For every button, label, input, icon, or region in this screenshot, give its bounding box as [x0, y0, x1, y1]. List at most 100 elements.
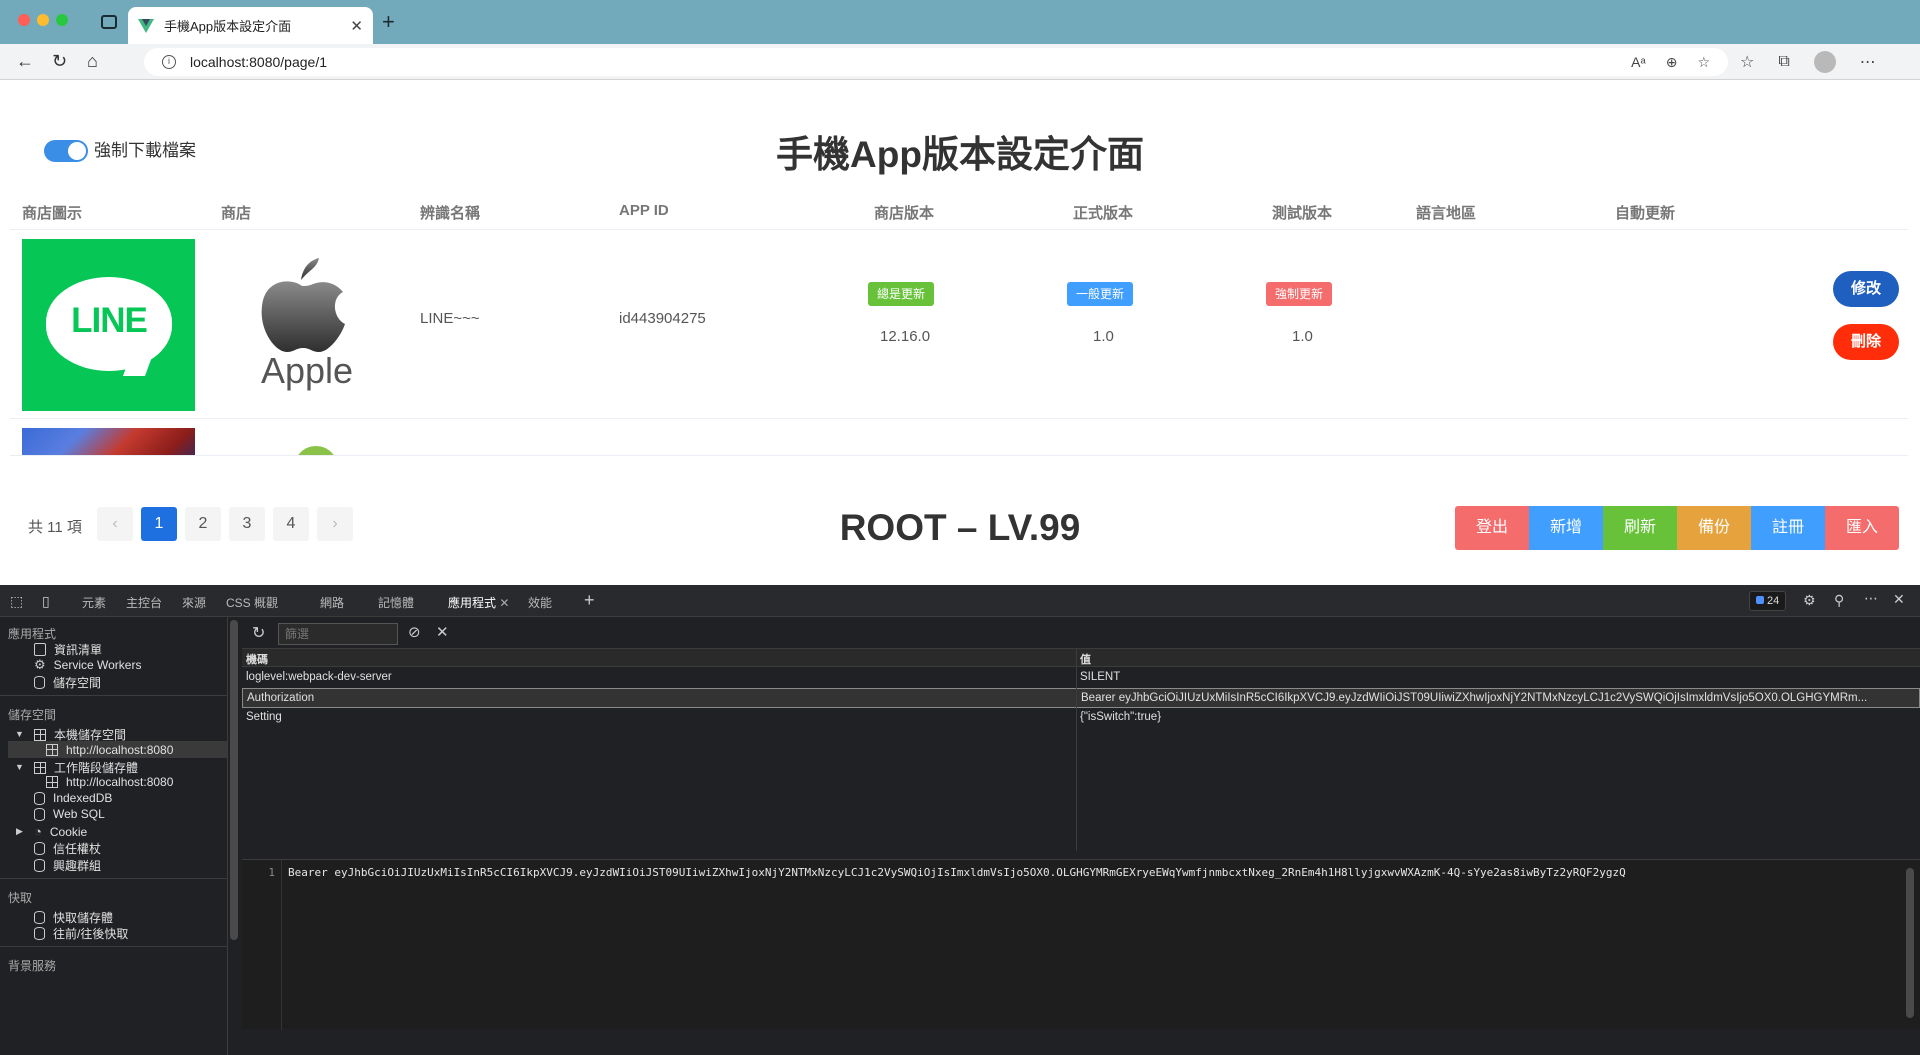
more-tabs-icon[interactable]: +: [584, 590, 595, 611]
close-tab-icon[interactable]: ✕: [499, 596, 509, 610]
storage-row[interactable]: Setting {"isSwitch":true}: [242, 708, 1920, 728]
tab-elements[interactable]: 元素: [82, 594, 106, 611]
favorites-icon[interactable]: ☆: [1740, 52, 1754, 72]
minimize-window-button[interactable]: [37, 14, 49, 26]
edit-button[interactable]: 修改: [1833, 271, 1899, 307]
add-favorite-icon[interactable]: ☆: [1697, 54, 1710, 71]
android-logo-icon: [294, 446, 338, 455]
store-version: 12.16.0: [880, 328, 931, 345]
column-divider[interactable]: [1076, 649, 1077, 851]
column-header: 商店版本: [874, 205, 935, 222]
browser-tab[interactable]: 手機App版本設定介面 ✕: [128, 7, 373, 44]
sidebar-item-service-workers[interactable]: ⚙ Service Workers: [34, 657, 141, 673]
tab-sources[interactable]: 來源: [182, 594, 206, 611]
column-header: APP ID: [619, 202, 669, 219]
tab-actions-icon[interactable]: [101, 15, 117, 29]
close-devtools-icon[interactable]: ✕: [1893, 591, 1905, 608]
address-bar[interactable]: i localhost:8080/page/1 Aᵃ ⊕ ☆: [144, 48, 1728, 76]
profile-avatar[interactable]: [1813, 51, 1836, 73]
refresh-button[interactable]: 刷新: [1603, 506, 1677, 550]
sidebar-item-interest-groups[interactable]: 興趣群組: [34, 857, 101, 874]
sidebar-item-storage[interactable]: 儲存空間: [34, 674, 101, 691]
sidebar-item-cookie[interactable]: ◔ Cookie: [34, 824, 87, 839]
line-number: 1: [242, 860, 282, 1030]
refresh-icon[interactable]: ↻: [252, 623, 265, 643]
sidebar-item-session-storage-origin[interactable]: http://localhost:8080: [46, 775, 173, 789]
test-version-tag: 強制更新: [1266, 282, 1333, 306]
device-toolbar-icon[interactable]: ▯: [42, 593, 50, 610]
expand-arrow-icon[interactable]: ▼: [15, 762, 24, 772]
back-icon[interactable]: ←: [16, 50, 34, 72]
key-column-header[interactable]: 機碼: [246, 651, 1076, 667]
issues-badge[interactable]: 24: [1749, 591, 1787, 611]
test-version: 1.0: [1292, 328, 1313, 345]
column-header: 正式版本: [1073, 205, 1134, 222]
release-version: 1.0: [1093, 328, 1114, 345]
browser-window: 手機App版本設定介面 ✕ + ← ↻ ⌂ i localhost:8080/p…: [0, 0, 1920, 1055]
close-tab-icon[interactable]: ✕: [350, 17, 363, 35]
logout-button[interactable]: 登出: [1455, 506, 1529, 550]
delete-selected-icon[interactable]: ✕: [436, 623, 449, 641]
read-aloud-icon[interactable]: Aᵃ: [1631, 54, 1646, 70]
tab-performance[interactable]: 效能: [528, 594, 552, 611]
sidebar-item-cache-storage[interactable]: 快取儲存體: [34, 909, 113, 926]
home-icon[interactable]: ⌂: [87, 50, 98, 72]
close-window-button[interactable]: [18, 14, 30, 26]
tab-console[interactable]: 主控台: [126, 594, 162, 611]
dock-icon[interactable]: ⚲: [1834, 592, 1844, 609]
delete-button[interactable]: 刪除: [1833, 324, 1899, 360]
sidebar-scrollbar[interactable]: [230, 620, 238, 940]
add-button[interactable]: 新增: [1529, 506, 1603, 550]
vue-favicon-icon: [138, 18, 154, 33]
filter-input[interactable]: [278, 623, 398, 645]
inspect-element-icon[interactable]: ⬚: [10, 593, 23, 610]
table-row: [10, 420, 1908, 455]
sidebar-item-trust-tokens[interactable]: 信任權杖: [34, 840, 101, 857]
store-version-tag: 總是更新: [868, 282, 935, 306]
devtools-panel: ⬚ ▯ 元素 主控台 來源 CSS 概觀 網路 記憶體 應用程式 ✕ 效能 + …: [0, 585, 1920, 1055]
storage-key: Setting: [246, 711, 282, 723]
expand-arrow-icon[interactable]: ▼: [15, 729, 24, 739]
settings-menu-icon[interactable]: ⋯: [1860, 52, 1876, 72]
devtools-settings-icon[interactable]: ⚙: [1803, 592, 1816, 609]
value-content[interactable]: Bearer eyJhbGciOiJIUzUxMiIsInR5cCI6IkpXV…: [288, 866, 1626, 879]
editor-scrollbar[interactable]: [1906, 868, 1914, 1018]
tab-network[interactable]: 網路: [320, 594, 344, 611]
sidebar-item-local-storage-origin[interactable]: http://localhost:8080: [8, 741, 227, 758]
column-header: 自動更新: [1615, 205, 1676, 222]
site-info-icon[interactable]: i: [162, 55, 176, 69]
sidebar-item-manifest[interactable]: 資訊清單: [34, 641, 102, 658]
storage-row-selected[interactable]: Authorization Bearer eyJhbGciOiJIUzUxMiI…: [242, 688, 1920, 708]
zoom-icon[interactable]: ⊕: [1666, 54, 1678, 71]
storage-value: {"isSwitch":true}: [1080, 711, 1162, 723]
storage-row[interactable]: loglevel:webpack-dev-server SILENT: [242, 668, 1920, 688]
table-header: 商店圖示 商店 辨識名稱 APP ID 商店版本 正式版本 測試版本 語言地區 …: [10, 194, 1908, 230]
sidebar-item-indexeddb[interactable]: IndexedDB: [34, 791, 112, 805]
collections-icon[interactable]: ⧉: [1778, 53, 1789, 71]
value-editor[interactable]: 1 Bearer eyJhbGciOiJIUzUxMiIsInR5cCI6Ikp…: [242, 859, 1920, 1030]
column-header: 語言地區: [1416, 205, 1477, 222]
line-logo: LINE: [22, 239, 195, 411]
title-bar: 手機App版本設定介面 ✕ +: [0, 0, 1920, 44]
import-button[interactable]: 匯入: [1825, 506, 1899, 550]
register-button[interactable]: 註冊: [1751, 506, 1825, 550]
more-options-icon[interactable]: ⋯: [1864, 590, 1878, 607]
new-tab-button[interactable]: +: [382, 9, 395, 35]
sidebar-item-bfcache[interactable]: 往前/往後快取: [34, 925, 128, 942]
page-content: 強制下載檔案 手機App版本設定介面 商店圖示 商店 辨識名稱 APP ID 商…: [0, 81, 1920, 585]
sidebar-item-websql[interactable]: Web SQL: [34, 807, 105, 821]
tab-css-overview[interactable]: CSS 概觀: [226, 594, 278, 611]
sidebar-item-session-storage[interactable]: 工作階段儲存體: [34, 759, 138, 776]
tab-memory[interactable]: 記憶體: [378, 594, 414, 611]
backup-button[interactable]: 備份: [1677, 506, 1751, 550]
expand-arrow-icon[interactable]: ▶: [16, 826, 23, 837]
tab-title: 手機App版本設定介面: [164, 19, 292, 34]
value-column-header[interactable]: 值: [1080, 651, 1910, 667]
app-name: LINE~~~: [420, 310, 480, 327]
reload-icon[interactable]: ↻: [52, 50, 67, 72]
maximize-window-button[interactable]: [56, 14, 68, 26]
section-storage: 儲存空間: [8, 708, 57, 722]
column-header: 辨識名稱: [420, 205, 481, 222]
clear-all-icon[interactable]: ⊘: [408, 623, 421, 641]
section-cache: 快取: [8, 891, 33, 905]
